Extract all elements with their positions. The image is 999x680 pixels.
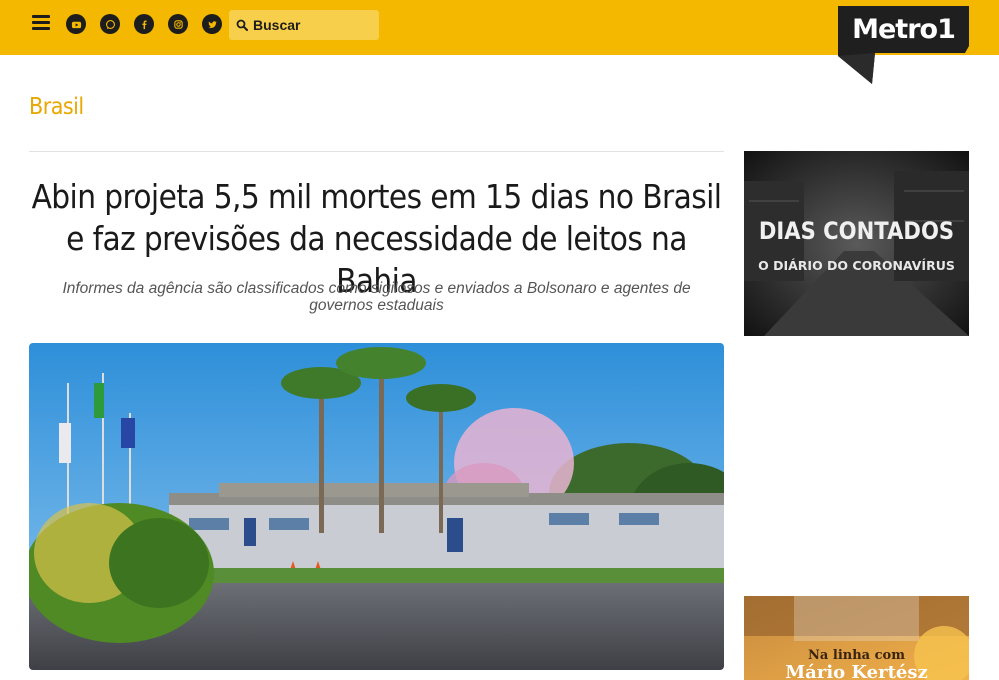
search-placeholder: Buscar [253, 17, 301, 33]
ad2-line1: Na linha com [808, 648, 905, 663]
menu-icon[interactable] [32, 15, 50, 33]
ad1-subtitle: O DIÁRIO DO CORONAVÍRUS [758, 258, 955, 273]
search-icon [236, 19, 248, 31]
logo-text: Metro1 [852, 14, 956, 45]
site-logo[interactable]: Metro1 [838, 6, 970, 86]
youtube-icon[interactable] [66, 14, 86, 34]
section-divider [29, 151, 724, 152]
search-input[interactable]: Buscar [229, 10, 379, 40]
section-title[interactable]: Brasil [29, 94, 84, 120]
instagram-icon[interactable] [168, 14, 188, 34]
whatsapp-icon[interactable] [100, 14, 120, 34]
ad1-title: DIAS CONTADOS [758, 217, 955, 245]
article-subtitle: Informes da agência são classificados co… [62, 280, 691, 314]
ad-na-linha[interactable]: Na linha com Mário Kertész [744, 596, 969, 680]
ad2-line2: Mário Kertész [785, 662, 928, 680]
ad-dias-contados[interactable]: DIAS CONTADOS O DIÁRIO DO CORONAVÍRUS [744, 151, 969, 336]
facebook-icon[interactable] [134, 14, 154, 34]
article-hero-image [29, 343, 724, 670]
twitter-icon[interactable] [202, 14, 222, 34]
